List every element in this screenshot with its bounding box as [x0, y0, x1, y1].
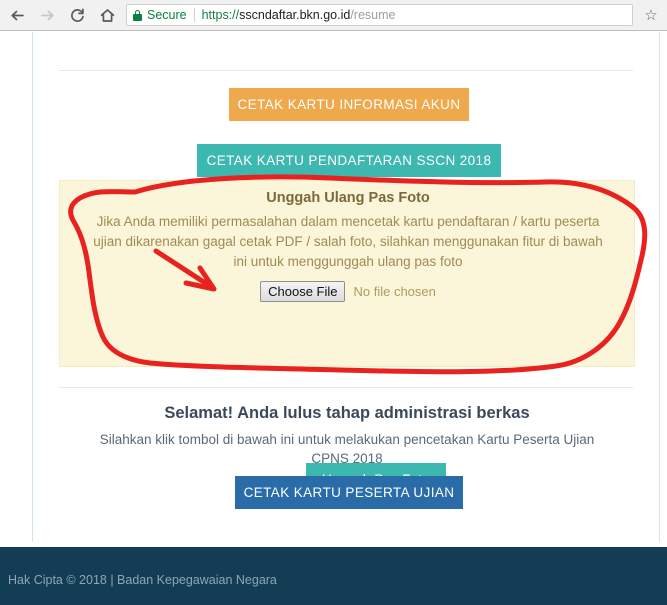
reupload-photo-panel: Unggah Ulang Pas Foto Jika Anda memiliki…: [59, 180, 636, 496]
choose-file-button[interactable]: Choose File: [260, 281, 346, 302]
browser-toolbar: Secure https://sscndaftar.bkn.go.id/resu…: [0, 0, 667, 31]
omnibox-divider: [193, 8, 195, 22]
reload-icon: [70, 8, 84, 22]
security-status-label: Secure: [147, 8, 187, 22]
print-account-info-button[interactable]: CETAK KARTU INFORMASI AKUN: [229, 88, 469, 121]
forward-button[interactable]: [34, 2, 60, 28]
reupload-photo-title: Unggah Ulang Pas Foto: [266, 190, 430, 206]
file-status-label: No file chosen: [353, 284, 436, 299]
page-viewport: CETAK KARTU INFORMASI AKUN CETAK KARTU P…: [0, 32, 667, 605]
back-button[interactable]: [4, 2, 30, 28]
print-registration-card-button[interactable]: CETAK KARTU PENDAFTARAN SSCN 2018: [197, 144, 501, 177]
url-host: sscndaftar.bkn.go.id: [239, 8, 351, 22]
arrow-right-icon: [40, 10, 54, 20]
home-icon: [100, 8, 114, 22]
congratulations-subtitle: Silahkan klik tombol di bawah ini untuk …: [99, 432, 595, 466]
resume-content-card: CETAK KARTU INFORMASI AKUN CETAK KARTU P…: [32, 32, 660, 542]
arrow-left-icon: [10, 10, 24, 20]
divider-top: [59, 70, 633, 71]
file-upload-row: Choose File No file chosen: [60, 281, 636, 302]
address-bar[interactable]: Secure https://sscndaftar.bkn.go.id/resu…: [126, 4, 633, 26]
url-text: https://sscndaftar.bkn.go.id/resume: [202, 8, 396, 22]
url-scheme: https://: [201, 8, 240, 22]
divider-bottom: [59, 387, 633, 388]
reload-button[interactable]: [64, 2, 90, 28]
footer-copyright: Hak Cipta © 2018 | Badan Kepegawaian Neg…: [8, 573, 277, 587]
lock-icon: [133, 9, 142, 21]
print-exam-card-button[interactable]: CETAK KARTU PESERTA UJIAN: [235, 476, 463, 509]
bookmark-star-icon[interactable]: ☆: [641, 5, 661, 25]
home-button[interactable]: [94, 2, 120, 28]
page-footer: Hak Cipta © 2018 | Badan Kepegawaian Neg…: [0, 545, 667, 605]
reupload-photo-description: Jika Anda memiliki permasalahan dalam me…: [93, 214, 603, 269]
url-path: /resume: [350, 8, 396, 22]
congratulations-title: Selamat! Anda lulus tahap administrasi b…: [164, 404, 530, 422]
